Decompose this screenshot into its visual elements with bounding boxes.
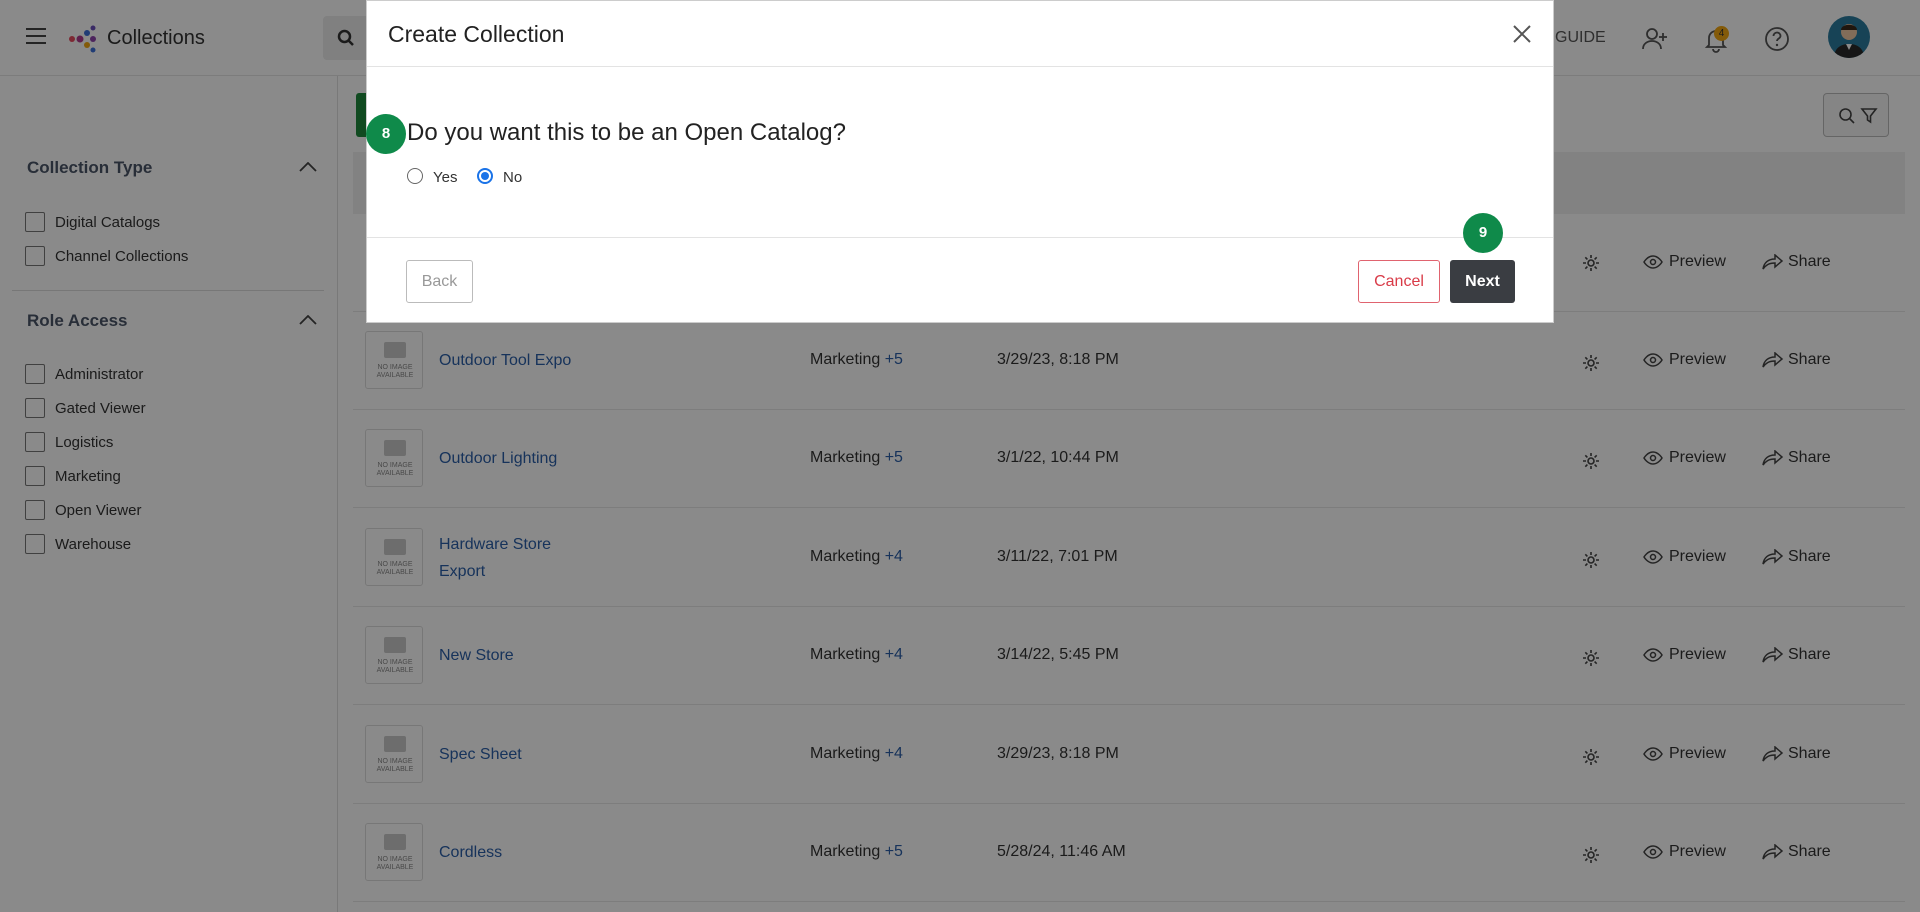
back-button[interactable]: Back — [406, 260, 473, 303]
cancel-button[interactable]: Cancel — [1358, 260, 1440, 303]
radio-button[interactable] — [477, 167, 493, 184]
create-collection-dialog: Create Collection Do you want this to be… — [366, 0, 1554, 323]
radio-label: Yes — [433, 169, 458, 186]
radio-button[interactable] — [407, 167, 423, 184]
open-catalog-question: Do you want this to be an Open Catalog? — [407, 119, 846, 146]
radio-label: No — [503, 169, 523, 186]
radio-yes[interactable]: Yes — [407, 165, 457, 186]
dialog-title: Create Collection — [388, 21, 565, 47]
radio-no[interactable]: No — [477, 165, 522, 186]
step-badge: 9 — [1463, 213, 1503, 253]
divider — [367, 237, 1553, 238]
close-icon[interactable] — [1510, 22, 1534, 46]
next-button[interactable]: Next — [1450, 260, 1515, 303]
step-badge: 8 — [366, 114, 406, 154]
divider — [367, 66, 1553, 67]
